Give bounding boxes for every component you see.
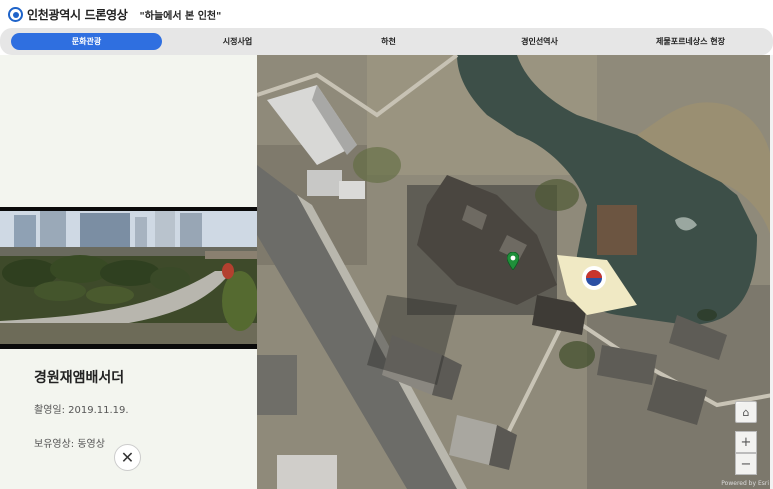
satellite-map[interactable]: ⌂ + − Powered by Esri bbox=[257, 55, 773, 489]
header: 인천광역시 드론영상 "하늘에서 본 인천" bbox=[0, 0, 773, 28]
capture-date: 촬영일: 2019.11.19. bbox=[34, 405, 129, 416]
place-title: 경원재앰배서더 bbox=[34, 370, 125, 386]
place-photo-image bbox=[0, 211, 257, 344]
close-button[interactable]: ✕ bbox=[114, 444, 141, 471]
site-subtitle: "하늘에서 본 인천" bbox=[139, 10, 222, 22]
category-tab-bar: 문화관광 시정사업 하천 경인선역사 제물포르네상스 현장 bbox=[0, 28, 773, 55]
tab-rivers[interactable]: 하천 bbox=[313, 33, 464, 50]
close-icon: ✕ bbox=[120, 448, 135, 467]
tab-culture-tourism[interactable]: 문화관광 bbox=[11, 33, 162, 50]
media-type: 보유영상: 동영상 bbox=[34, 439, 105, 450]
map-controls: ⌂ + − bbox=[735, 401, 757, 475]
place-photo bbox=[0, 207, 257, 349]
satellite-imagery bbox=[257, 55, 773, 489]
map-attribution: Powered by Esri bbox=[721, 480, 769, 487]
tab-jemulpo-renaissance[interactable]: 제물포르네상스 현장 bbox=[615, 33, 766, 50]
home-icon: ⌂ bbox=[742, 405, 750, 419]
tab-gyeongin-stations[interactable]: 경인선역사 bbox=[464, 33, 615, 50]
zoom-in-button[interactable]: + bbox=[735, 431, 757, 453]
site-title[interactable]: 인천광역시 드론영상 bbox=[27, 6, 128, 23]
incheon-logo-icon bbox=[8, 6, 23, 22]
home-button[interactable]: ⌂ bbox=[735, 401, 757, 423]
tab-city-projects[interactable]: 시정사업 bbox=[162, 33, 313, 50]
zoom-out-button[interactable]: − bbox=[735, 453, 757, 475]
detail-panel: 경원재앰배서더 촬영일: 2019.11.19. 보유영상: 동영상 ✕ bbox=[0, 55, 257, 489]
